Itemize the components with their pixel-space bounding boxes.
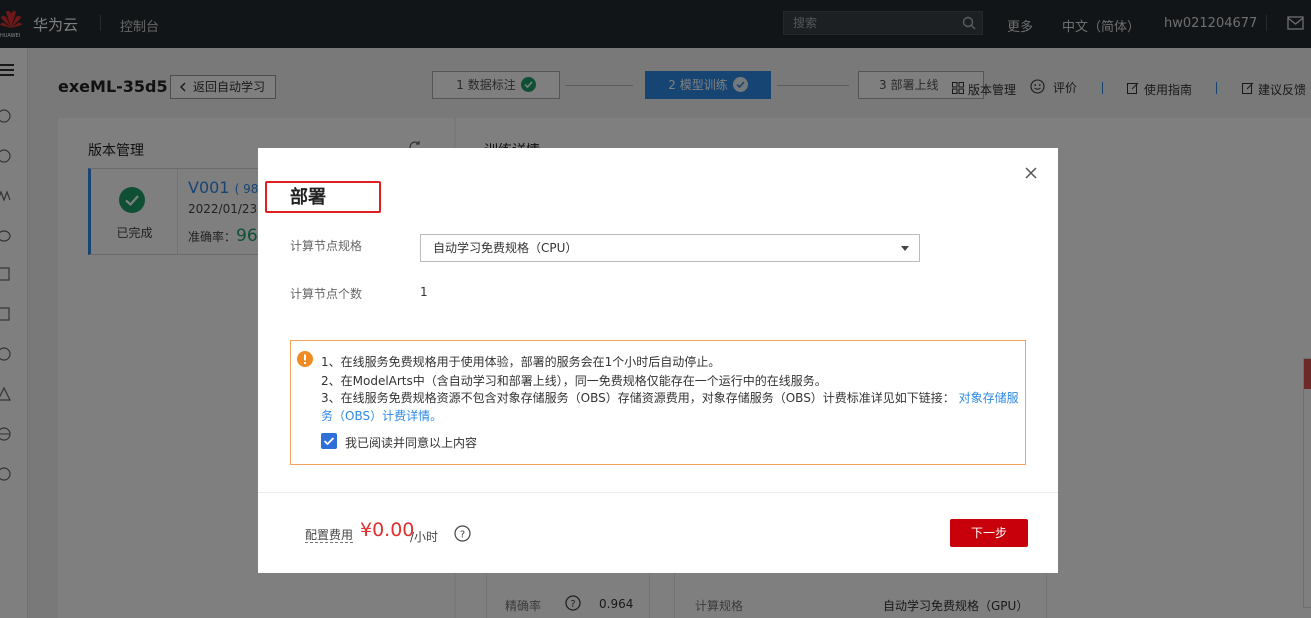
notice-line: 3、在线服务免费规格资源不包含对象存储服务（OBS）存储资源费用，对象存储服务（…: [321, 389, 1019, 406]
agree-checkbox[interactable]: [321, 433, 337, 449]
notice-line: 2、在ModelArts中（含自动学习和部署上线），同一免费规格仅能存在一个运行…: [321, 374, 827, 388]
node-count-value: 1: [420, 285, 428, 299]
fee-unit: /小时: [410, 530, 439, 544]
node-count-label: 计算节点个数: [290, 287, 363, 301]
compute-spec-value: 自动学习免费规格（CPU）: [433, 241, 578, 255]
notice-line: 1、在线服务免费规格用于使用体验，部署的服务会在1个小时后自动停止。: [321, 355, 721, 369]
svg-text:?: ?: [460, 530, 465, 541]
compute-spec-select[interactable]: 自动学习免费规格（CPU）: [420, 234, 920, 262]
notice-line-text: 3、在线服务免费规格资源不包含对象存储服务（OBS）存储资源费用，对象存储服务（…: [321, 391, 955, 405]
warning-icon: [297, 351, 313, 367]
agree-label[interactable]: 我已阅读并同意以上内容: [345, 434, 477, 451]
help-icon[interactable]: ?: [454, 525, 471, 542]
fee-value: ¥0.00: [360, 519, 415, 541]
highlight-box: [265, 181, 381, 213]
notice-box: 1、在线服务免费规格用于使用体验，部署的服务会在1个小时后自动停止。 2、在Mo…: [290, 340, 1026, 465]
divider: [258, 492, 1058, 493]
fee-label: 配置费用: [305, 528, 354, 543]
caret-down-icon: [901, 246, 909, 251]
close-icon[interactable]: [1024, 166, 1038, 180]
obs-pricing-link[interactable]: 务（OBS）计费详情。: [321, 407, 442, 424]
obs-pricing-link[interactable]: 对象存储服: [959, 391, 1019, 405]
deploy-dialog: 部署 计算节点规格 自动学习免费规格（CPU） 计算节点个数 1 1、在线服务免…: [258, 148, 1058, 573]
next-button[interactable]: 下一步: [950, 519, 1028, 547]
compute-spec-label: 计算节点规格: [290, 239, 363, 253]
